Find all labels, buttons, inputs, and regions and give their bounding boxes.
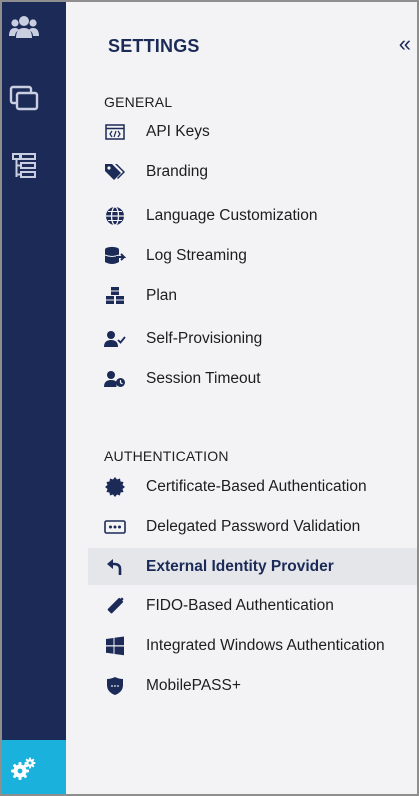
- certificate-icon: [104, 476, 126, 498]
- external-arrow-icon: [104, 556, 126, 578]
- menu-item-fido-based-authentication[interactable]: FIDO-Based Authentication: [88, 589, 417, 623]
- shield-icon: [104, 675, 126, 697]
- menu-item-label: Language Customization: [146, 207, 318, 224]
- usb-key-icon: [104, 595, 126, 617]
- menu-item-label: Self-Provisioning: [146, 330, 263, 347]
- menu-item-label: Log Streaming: [146, 247, 247, 264]
- menu-item-api-keys[interactable]: API Keys: [88, 115, 417, 149]
- globe-icon: [104, 205, 126, 227]
- password-dots-icon: [104, 516, 126, 538]
- settings-nav-button[interactable]: [2, 740, 66, 794]
- cubes-icon: [104, 285, 126, 307]
- users-icon[interactable]: [2, 7, 46, 47]
- menu-item-plan[interactable]: Plan: [88, 279, 417, 313]
- left-nav-rail: [2, 2, 66, 794]
- menu-item-language-customization[interactable]: Language Customization: [88, 199, 417, 233]
- menu-item-label: API Keys: [146, 123, 210, 140]
- windows-icon[interactable]: [2, 78, 46, 118]
- tags-icon: [104, 161, 126, 183]
- user-clock-icon: [104, 368, 126, 390]
- user-check-icon: [104, 328, 126, 350]
- menu-item-external-identity-provider[interactable]: External Identity Provider: [88, 548, 417, 585]
- menu-item-label: External Identity Provider: [146, 557, 334, 575]
- section-heading-authentication: AUTHENTICATION: [104, 448, 229, 464]
- page-title: SETTINGS: [108, 36, 200, 56]
- api-keys-icon: [104, 121, 126, 143]
- menu-item-branding[interactable]: Branding: [88, 155, 417, 189]
- collapse-panel-button[interactable]: «: [399, 33, 411, 55]
- menu-item-label: FIDO-Based Authentication: [146, 597, 334, 614]
- menu-item-label: MobilePASS+: [146, 677, 241, 694]
- tree-list-icon[interactable]: [2, 146, 46, 186]
- menu-item-label: Certificate-Based Authentication: [146, 478, 367, 495]
- menu-item-delegated-password-validation[interactable]: Delegated Password Validation: [88, 510, 417, 544]
- menu-item-mobilepass-plus[interactable]: MobilePASS+: [88, 669, 417, 703]
- menu-item-certificate-based-authentication[interactable]: Certificate-Based Authentication: [88, 470, 417, 504]
- menu-item-label: Integrated Windows Authentication: [146, 637, 385, 654]
- section-heading-general: GENERAL: [104, 94, 173, 110]
- settings-panel: SETTINGS « GENERAL API Keys Branding Lan…: [66, 2, 417, 794]
- windows-logo-icon: [104, 635, 126, 657]
- menu-item-log-streaming[interactable]: Log Streaming: [88, 239, 417, 273]
- menu-item-label: Branding: [146, 163, 209, 180]
- menu-item-label: Session Timeout: [146, 370, 261, 387]
- menu-item-session-timeout[interactable]: Session Timeout: [88, 362, 417, 396]
- menu-item-label: Plan: [146, 287, 178, 304]
- menu-item-label: Delegated Password Validation: [146, 518, 361, 535]
- database-export-icon: [104, 245, 126, 267]
- menu-item-integrated-windows-authentication[interactable]: Integrated Windows Authentication: [88, 629, 417, 663]
- menu-item-self-provisioning[interactable]: Self-Provisioning: [88, 322, 417, 356]
- settings-gears-icon: [10, 757, 36, 786]
